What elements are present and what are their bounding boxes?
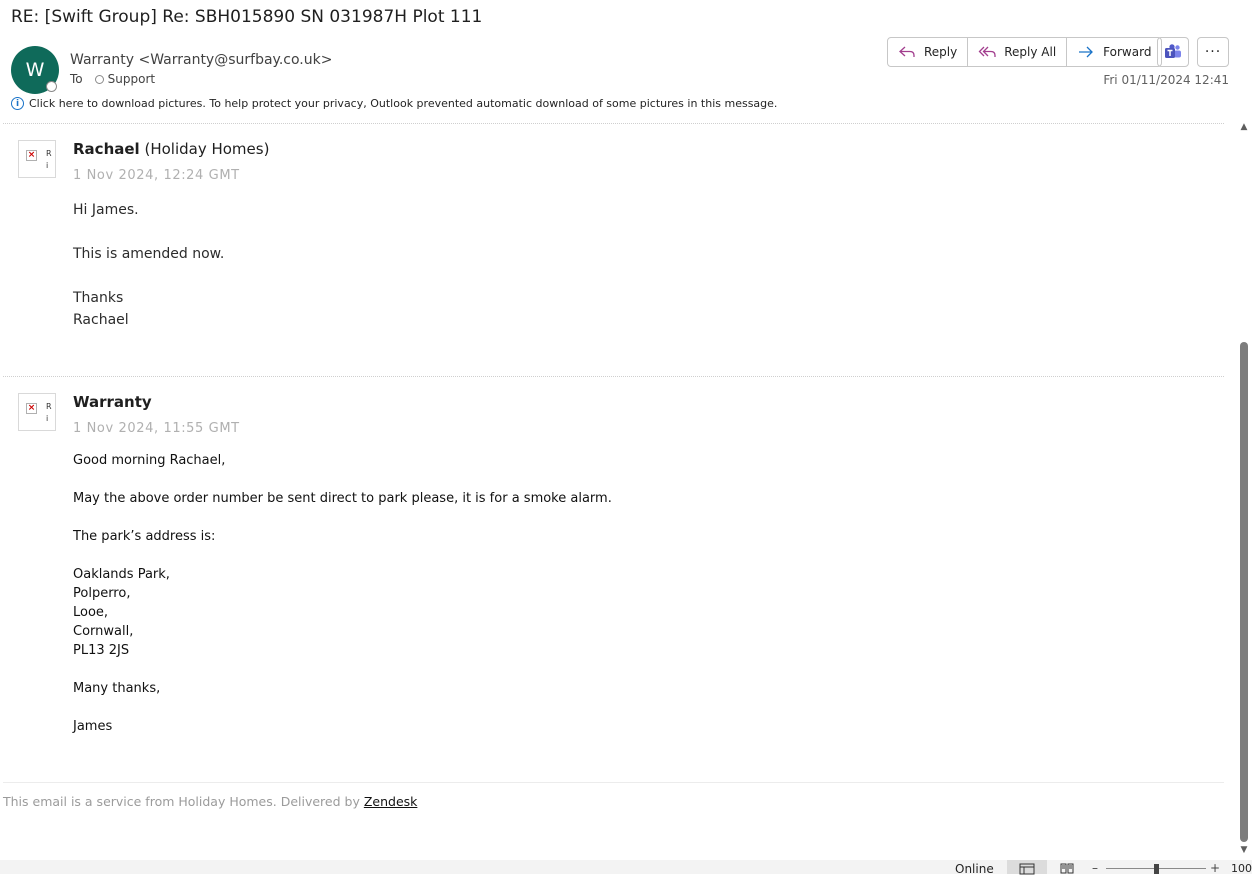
forward-button[interactable]: Forward <box>1067 38 1161 66</box>
normal-view-button[interactable] <box>1007 860 1047 875</box>
reply-all-label: Reply All <box>1004 45 1057 59</box>
zoom-level[interactable]: 100% <box>1231 862 1252 875</box>
reading-view-icon[interactable] <box>1059 862 1075 874</box>
download-pictures-infobar[interactable]: i Click here to download pictures. To he… <box>11 97 777 110</box>
author-org: (Holiday Homes) <box>144 140 270 158</box>
normal-view-icon <box>1019 863 1035 875</box>
footer-text: This email is a service from Holiday Hom… <box>3 794 364 809</box>
infobar-text: Click here to download pictures. To help… <box>29 97 778 110</box>
zoom-in-button[interactable]: + <box>1210 861 1220 875</box>
message-line: This is amended now. <box>73 246 225 262</box>
scroll-down-icon[interactable]: ▼ <box>1238 845 1250 855</box>
broken-image-icon[interactable]: × R i <box>18 393 56 431</box>
message-line: Oaklands Park, <box>73 567 170 582</box>
message-line: Looe, <box>73 605 109 620</box>
teams-chat-button[interactable] <box>1157 37 1189 67</box>
reply-label: Reply <box>924 45 958 59</box>
broken-image-icon[interactable]: × R i <box>18 140 56 178</box>
message-line: Cornwall, <box>73 624 134 639</box>
broken-image-x-icon: × <box>26 403 37 414</box>
reply-all-icon <box>978 46 996 57</box>
info-icon: i <box>11 97 24 110</box>
forward-label: Forward <box>1103 45 1152 59</box>
author-name: Rachael <box>73 140 140 158</box>
reply-all-button[interactable]: Reply All <box>968 38 1068 66</box>
forward-icon <box>1079 46 1094 58</box>
recipient-presence-icon <box>94 74 104 84</box>
message-actions: Reply Reply All Forward <box>887 37 1163 67</box>
message-line: Many thanks, <box>73 681 161 696</box>
message-timestamp: 1 Nov 2024, 12:24 GMT <box>73 168 240 183</box>
reply-icon <box>899 46 915 57</box>
message-line: Good morning Rachael, <box>73 453 226 468</box>
sender-name[interactable]: Warranty <Warranty@surfbay.co.uk> <box>70 52 332 68</box>
image-alt-text: R i <box>46 402 52 423</box>
recipient-support[interactable]: Support <box>108 72 155 86</box>
message-line: James <box>73 719 113 734</box>
message-timestamp: 1 Nov 2024, 11:55 GMT <box>73 421 240 436</box>
presence-status-icon <box>46 81 57 92</box>
image-alt-text: R i <box>46 149 52 170</box>
author-name: Warranty <box>73 393 152 411</box>
to-label: To <box>70 72 83 86</box>
message-line: Hi James. <box>73 202 139 218</box>
scroll-up-icon[interactable]: ▲ <box>1238 122 1250 132</box>
message-line: Rachael <box>73 312 129 328</box>
message-line: May the above order number be sent direc… <box>73 491 612 506</box>
more-actions-button[interactable]: ··· <box>1197 37 1229 67</box>
broken-image-x-icon: × <box>26 150 37 161</box>
divider <box>3 376 1224 377</box>
teams-icon <box>1165 44 1181 58</box>
divider <box>3 123 1224 124</box>
message-line: Thanks <box>73 290 124 306</box>
message-author: Warranty <box>73 393 152 411</box>
zoom-out-button[interactable]: – <box>1092 861 1098 875</box>
email-subject: RE: [Swift Group] Re: SBH015890 SN 03198… <box>11 7 483 27</box>
message-author: Rachael (Holiday Homes) <box>73 140 269 158</box>
zoom-slider-handle[interactable] <box>1154 864 1159 874</box>
message-line: PL13 2JS <box>73 643 130 658</box>
scrollbar-thumb[interactable] <box>1240 342 1248 842</box>
message-line: The park’s address is: <box>73 529 216 544</box>
received-date: Fri 01/11/2024 12:41 <box>1103 73 1229 87</box>
email-footer: This email is a service from Holiday Hom… <box>3 794 417 809</box>
recipients-row: To Support <box>70 72 155 86</box>
reply-button[interactable]: Reply <box>888 38 969 66</box>
divider <box>3 782 1224 783</box>
message-line: Polperro, <box>73 586 131 601</box>
zendesk-link[interactable]: Zendesk <box>364 794 418 809</box>
